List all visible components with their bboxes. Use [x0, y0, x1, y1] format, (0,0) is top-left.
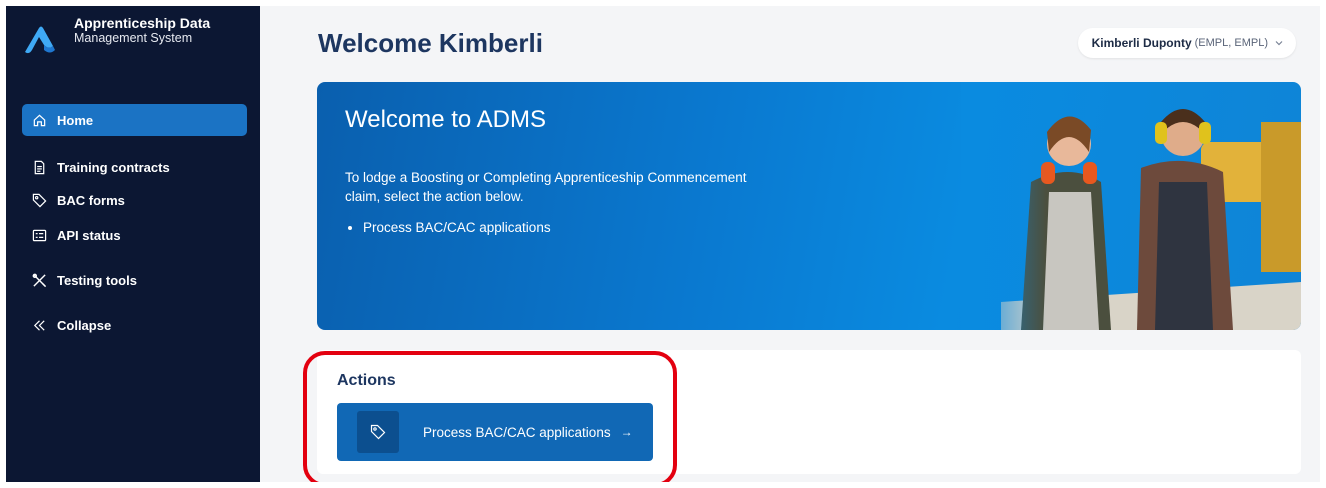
document-icon [34, 160, 45, 174]
actions-title: Actions [337, 372, 396, 389]
banner-text: To lodge a Boosting or Completing Appren… [345, 170, 747, 204]
sidebar-item-label: Home [57, 112, 94, 128]
sidebar-item-training-contracts[interactable]: Training contracts [22, 151, 247, 183]
user-name: Kimberli Duponty [1091, 36, 1192, 50]
app-subtitle: Management System [74, 31, 193, 45]
action-icon-box [357, 411, 399, 453]
sidebar-item-testing-tools[interactable]: Testing tools [22, 264, 247, 296]
apprentices-photo [961, 82, 1301, 330]
sidebar-collapse-button[interactable]: Collapse [22, 309, 247, 341]
sidebar-item-label: Training contracts [57, 159, 170, 175]
sidebar-item-label: API status [57, 227, 121, 243]
sidebar-item-label: Testing tools [57, 272, 137, 288]
adms-logo-icon [25, 26, 55, 54]
sidebar: Apprenticeship Data Management System Ho… [6, 6, 260, 482]
actions-card: Actions Process BAC/CAC applications → [317, 350, 1301, 474]
status-list-icon [32, 229, 47, 241]
banner-list: Process BAC/CAC applications [363, 220, 551, 235]
arrow-right-icon: → [620, 425, 633, 439]
user-menu-button[interactable]: Kimberli Duponty (EMPL, EMPL) [1077, 28, 1296, 58]
banner-list-item: Process BAC/CAC applications [363, 220, 551, 235]
sidebar-item-label: BAC forms [57, 192, 125, 208]
app-title: Apprenticeship Data [74, 15, 211, 31]
banner-title: Welcome to ADMS [345, 106, 546, 133]
double-chevron-left-icon [33, 319, 45, 331]
sidebar-item-home[interactable]: Home [22, 104, 247, 136]
sidebar-item-api-status[interactable]: API status [22, 219, 247, 251]
page-title: Welcome Kimberli [318, 28, 543, 58]
action-label: Process BAC/CAC applications [423, 424, 611, 440]
main-content: Welcome Kimberli Kimberli Duponty (EMPL,… [260, 6, 1320, 482]
tools-icon [32, 273, 47, 287]
process-bac-cac-button[interactable]: Process BAC/CAC applications → [337, 403, 653, 461]
tag-icon [370, 424, 386, 440]
app-window: Apprenticeship Data Management System Ho… [6, 6, 1320, 482]
sidebar-item-label: Collapse [57, 317, 112, 333]
tag-icon [32, 193, 47, 207]
sidebar-item-bac-forms[interactable]: BAC forms [22, 184, 247, 216]
home-icon [33, 114, 46, 126]
user-roles: (EMPL, EMPL) [1194, 37, 1268, 49]
brand[interactable]: Apprenticeship Data Management System [22, 16, 210, 56]
welcome-banner: Welcome to ADMS To lodge a Boosting or C… [317, 82, 1301, 330]
chevron-down-icon [1275, 41, 1283, 46]
